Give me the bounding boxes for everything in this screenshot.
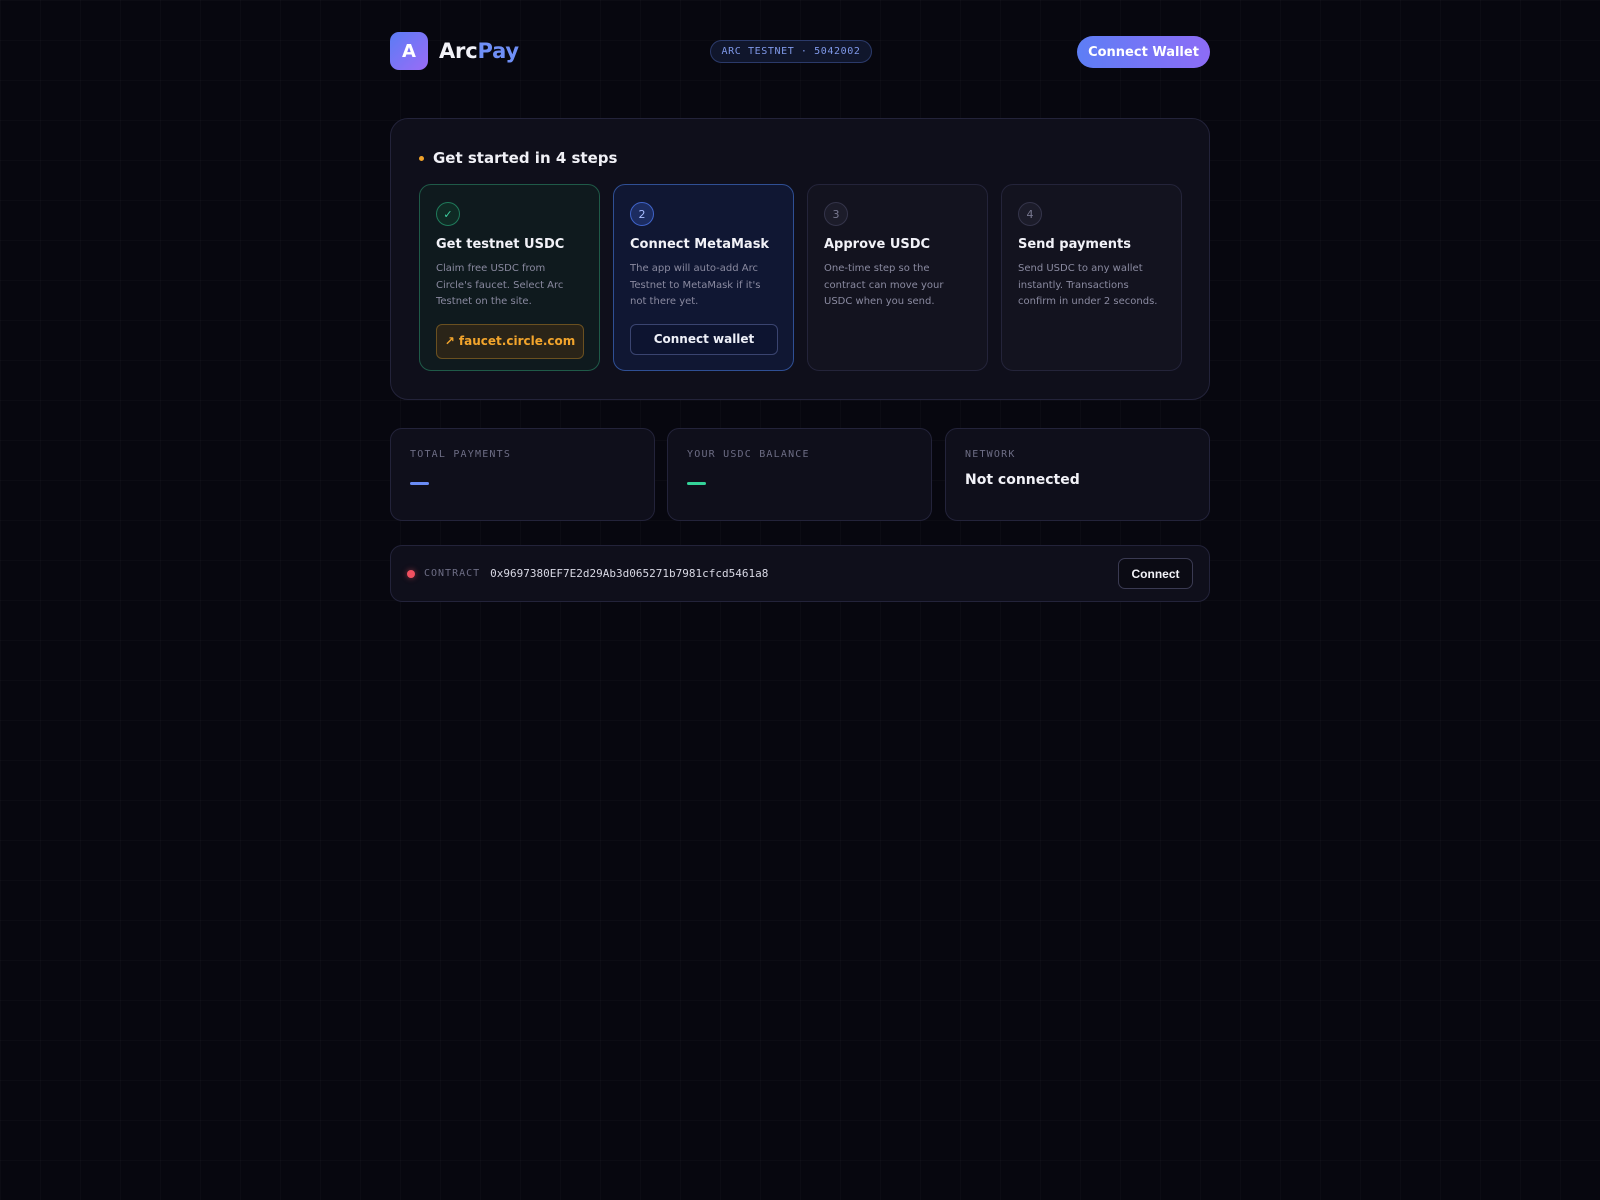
app-container: A ArcPay ARC TESTNET · 5042002 Connect W… (390, 0, 1210, 602)
step-title: Get testnet USDC (436, 237, 565, 252)
stat-label: YOUR USDC BALANCE (687, 449, 810, 460)
empty-value-dash (410, 482, 429, 485)
connect-wallet-step-button[interactable]: Connect wallet (630, 323, 778, 355)
step-card-connect-metamask: 2 Connect MetaMask The app will auto-add… (613, 184, 794, 371)
step-card-approve-usdc: 3 Approve USDC One-time step so the cont… (807, 184, 988, 371)
network-status: Not connected (965, 472, 1080, 488)
header: A ArcPay ARC TESTNET · 5042002 Connect W… (390, 0, 1210, 104)
step-number-badge: 3 (824, 202, 848, 226)
step-number-badge: 2 (630, 202, 654, 226)
step-title: Approve USDC (824, 237, 931, 252)
step-title: Connect MetaMask (630, 237, 770, 252)
stat-label: NETWORK (965, 449, 1016, 460)
step-description: Claim free USDC from Circle's faucet. Se… (436, 263, 564, 307)
step-description: One-time step so the contract can move y… (824, 263, 944, 307)
brand-arc: Arc (439, 39, 478, 63)
stat-network: NETWORK Not connected (945, 428, 1210, 521)
step-title: Send payments (1018, 237, 1131, 252)
contract-address: 0x9697380EF7E2d29Ab3d065271b7981cfcd5461… (490, 567, 769, 580)
stat-label: TOTAL PAYMENTS (410, 449, 512, 460)
stat-usdc-balance: YOUR USDC BALANCE (667, 428, 932, 521)
step-card-get-usdc: ✓ Get testnet USDC Claim free USDC from … (419, 184, 600, 371)
stat-total-payments: TOTAL PAYMENTS (390, 428, 655, 521)
steps-title: Get started in 4 steps (433, 149, 618, 167)
brand-pay: Pay (477, 39, 519, 63)
logo[interactable]: A ArcPay (390, 32, 519, 70)
check-icon: ✓ (436, 202, 460, 226)
connect-wallet-button[interactable]: Connect Wallet (1077, 36, 1210, 68)
status-dot-icon (407, 569, 415, 578)
contract-bar: CONTRACT 0x9697380EF7E2d29Ab3d065271b798… (390, 545, 1210, 602)
onboarding-steps-panel: Get started in 4 steps ✓ Get testnet USD… (390, 118, 1210, 400)
step-description: The app will auto-add Arc Testnet to Met… (630, 263, 761, 307)
contract-connect-button[interactable]: Connect (1118, 558, 1193, 589)
step-card-send-payments: 4 Send payments Send USDC to any wallet … (1001, 184, 1182, 371)
contract-label: CONTRACT (424, 568, 481, 579)
logo-badge: A (390, 32, 428, 70)
step-description: Send USDC to any wallet instantly. Trans… (1018, 263, 1158, 307)
network-badge: ARC TESTNET · 5042002 (710, 40, 872, 63)
faucet-link-button[interactable]: ↗ faucet.circle.com (436, 323, 584, 359)
brand-name: ArcPay (439, 39, 519, 63)
bullet-dot-icon (419, 155, 424, 161)
steps-heading: Get started in 4 steps (419, 149, 617, 167)
empty-value-dash (687, 482, 706, 485)
step-number-badge: 4 (1018, 202, 1042, 226)
